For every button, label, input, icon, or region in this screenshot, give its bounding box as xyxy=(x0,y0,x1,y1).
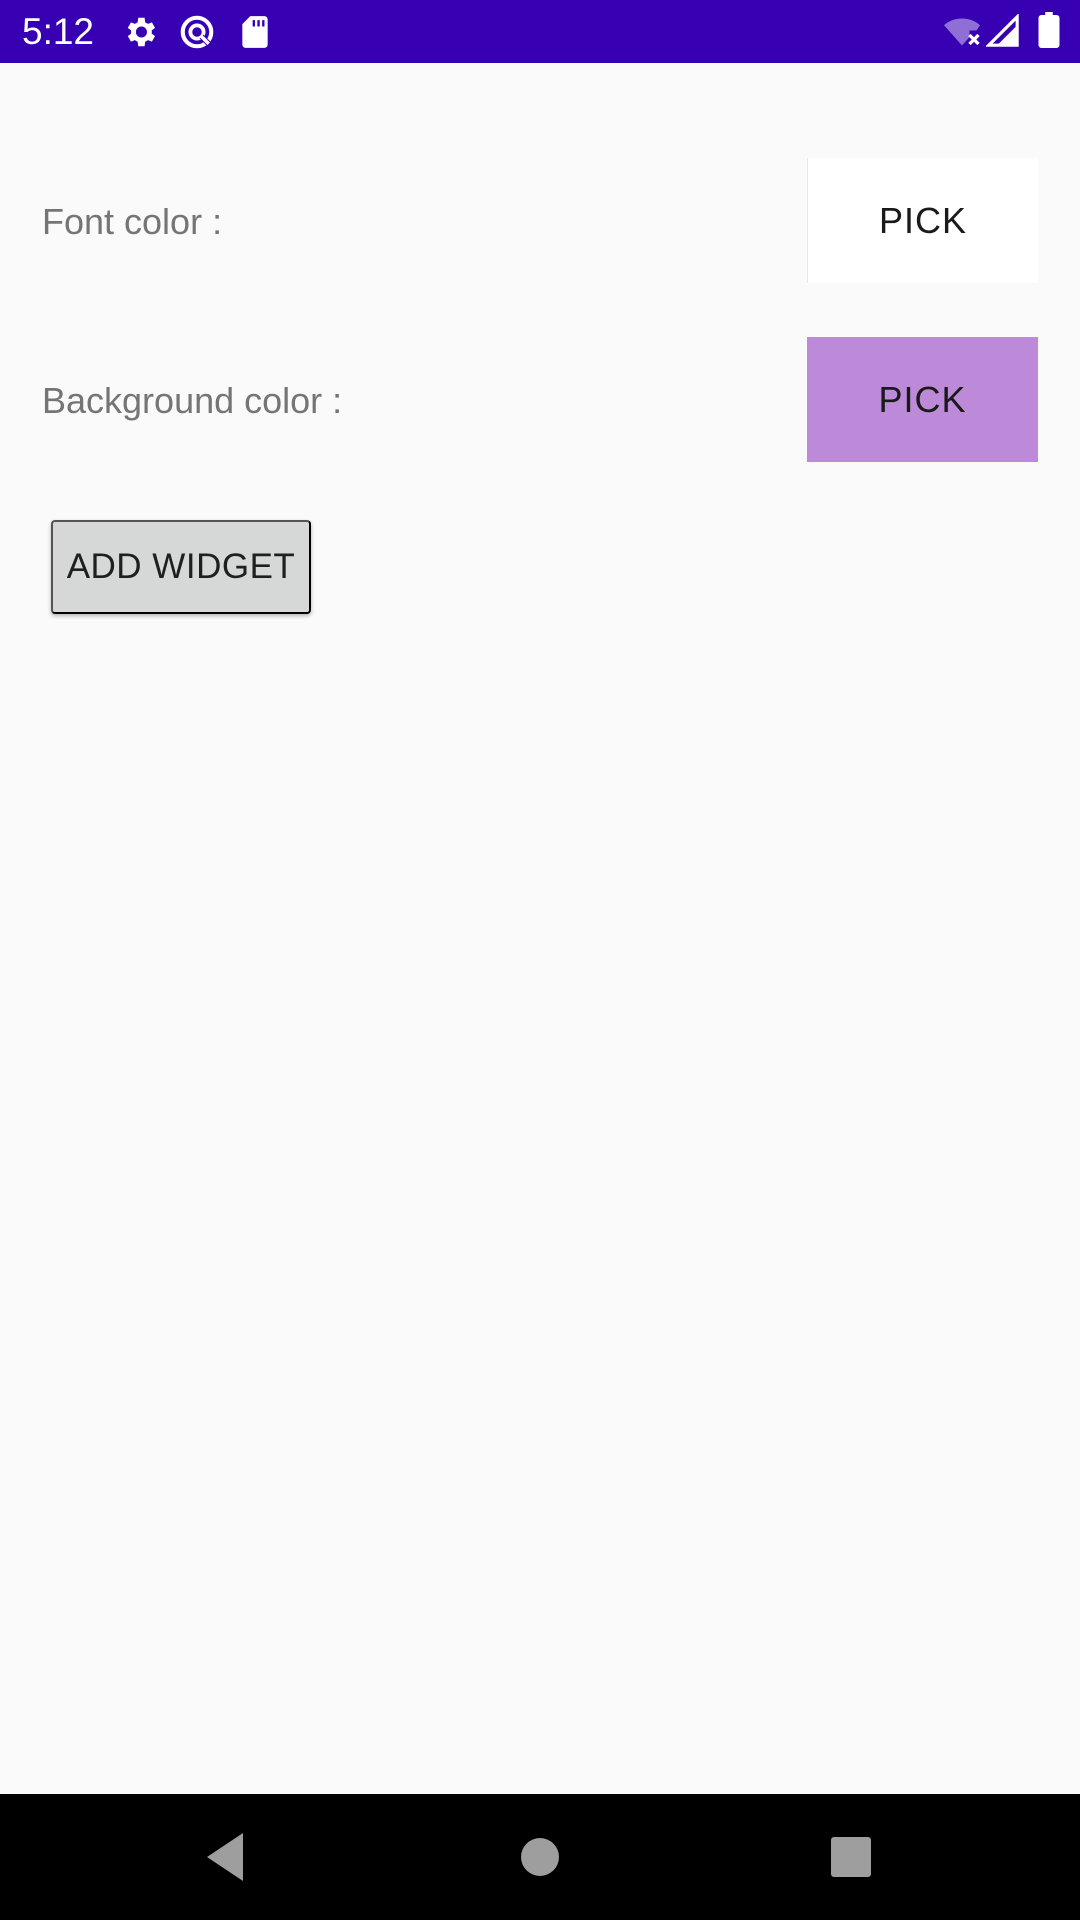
font-color-label: Font color : xyxy=(42,201,223,242)
sd-card-icon xyxy=(236,13,274,51)
add-widget-button[interactable]: ADD WIDGET xyxy=(51,520,311,614)
wifi-off-icon xyxy=(942,14,982,50)
background-color-label: Background color : xyxy=(42,380,343,421)
sync-icon xyxy=(178,13,216,51)
navigation-bar xyxy=(0,1794,1080,1920)
font-color-pick-button[interactable]: PICK xyxy=(807,158,1038,283)
recents-icon[interactable] xyxy=(818,1824,884,1890)
back-icon[interactable] xyxy=(193,1824,259,1890)
battery-icon xyxy=(1038,12,1060,48)
status-time: 5:12 xyxy=(22,11,95,52)
app-screen: 5:12 Font color: PICK Background color … xyxy=(0,0,1080,1920)
background-color-pick-button[interactable]: PICK xyxy=(807,337,1038,462)
home-icon[interactable] xyxy=(507,1824,573,1890)
gear-icon xyxy=(121,13,159,51)
status-bar: 5:12 xyxy=(0,0,1080,63)
signal-icon xyxy=(986,14,1020,48)
